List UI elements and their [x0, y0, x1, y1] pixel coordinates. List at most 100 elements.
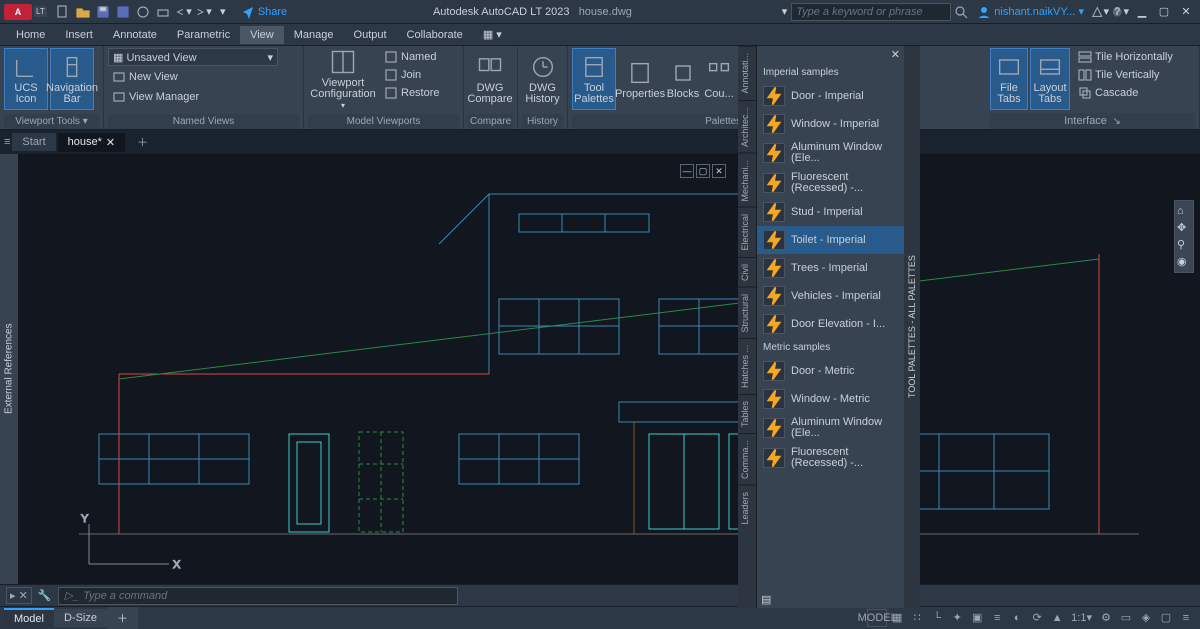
pal-tab-elec[interactable]: Electrical — [738, 207, 756, 257]
help-icon[interactable]: ?▾ — [1111, 3, 1129, 21]
menu-more[interactable]: ▦ ▾ — [473, 25, 512, 44]
new-view-button[interactable]: New View — [108, 68, 182, 86]
pal-tab-annot[interactable]: Annotati... — [738, 46, 756, 100]
pal-tab-struct[interactable]: Structural — [738, 287, 756, 339]
palette-item[interactable]: Window - Metric — [757, 385, 904, 413]
command-input[interactable]: ▷_Type a command — [58, 587, 458, 605]
ucs-icon-button[interactable]: UCS Icon — [4, 48, 48, 110]
palette-close-icon[interactable]: ✕ — [891, 48, 900, 61]
restore-viewports-button[interactable]: Restore — [380, 84, 444, 102]
menu-manage[interactable]: Manage — [284, 26, 344, 44]
osnap-icon[interactable]: ▣ — [967, 609, 987, 627]
annotation-icon[interactable]: ▲ — [1047, 609, 1067, 627]
isolate-icon[interactable]: ▭ — [1116, 609, 1136, 627]
undo-icon[interactable]: ▾ — [174, 3, 192, 21]
pal-tab-civil[interactable]: Civil — [738, 257, 756, 287]
pal-tab-mech[interactable]: Mechani... — [738, 153, 756, 208]
palette-props-icon[interactable]: ▤ — [761, 593, 771, 606]
search-input[interactable]: Type a keyword or phrase — [791, 3, 951, 21]
model-space-button[interactable]: MODEL — [867, 609, 887, 627]
view-close-icon[interactable]: ✕ — [712, 164, 726, 178]
lineweight-icon[interactable]: ≡ — [987, 609, 1007, 627]
view-combo[interactable]: ▦ Unsaved View▾ — [108, 48, 278, 66]
nav-orbit-icon[interactable]: ◉ — [1177, 255, 1191, 268]
pal-tab-leaders[interactable]: Leaders — [738, 485, 756, 531]
palette-item[interactable]: Aluminum Window (Ele... — [757, 138, 904, 168]
palette-item[interactable]: Vehicles - Imperial — [757, 282, 904, 310]
cmd-recent-icon[interactable]: ▸ ✕ — [6, 587, 32, 604]
model-tab[interactable]: Model — [4, 608, 54, 628]
close-icon[interactable]: ✕ — [1176, 4, 1196, 20]
blocks-button[interactable]: Blocks — [664, 48, 702, 110]
navigation-bar[interactable]: ⌂ ✥ ⚲ ◉ — [1174, 200, 1194, 273]
autodesk-icon[interactable]: ▾ — [1091, 3, 1109, 21]
saveas-icon[interactable] — [114, 3, 132, 21]
cmd-custom-icon[interactable]: 🔧 — [38, 589, 52, 602]
palette-item[interactable]: Door - Metric — [757, 357, 904, 385]
gear-icon[interactable]: ⚙ — [1096, 609, 1116, 627]
plot-icon[interactable] — [154, 3, 172, 21]
menu-insert[interactable]: Insert — [55, 26, 103, 44]
qat-dropdown[interactable]: ▾ — [214, 3, 232, 21]
layout-tabs-button[interactable]: Layout Tabs — [1030, 48, 1070, 110]
tile-v-button[interactable]: Tile Vertically — [1074, 66, 1177, 84]
file-tabs-button[interactable]: File Tabs — [990, 48, 1028, 110]
nav-home-icon[interactable]: ⌂ — [1177, 205, 1191, 217]
panel-palettes[interactable]: Palettes ▾ — [572, 114, 753, 129]
dwg-history-button[interactable]: DWG History — [522, 48, 563, 110]
palette-item[interactable]: Window - Imperial — [757, 110, 904, 138]
join-viewports-button[interactable]: Join — [380, 66, 444, 84]
customize-icon[interactable]: ≡ — [1176, 609, 1196, 627]
pal-tab-arch[interactable]: Architec... — [738, 100, 756, 153]
view-manager-button[interactable]: View Manager — [108, 88, 203, 106]
tab-add-button[interactable]: ＋ — [127, 131, 158, 153]
hardware-icon[interactable]: ◈ — [1136, 609, 1156, 627]
properties-button[interactable]: Properties — [618, 48, 662, 110]
pal-tab-tables[interactable]: Tables — [738, 394, 756, 433]
grid-icon[interactable]: ▦ — [887, 609, 907, 627]
polar-icon[interactable]: ✦ — [947, 609, 967, 627]
view-min-icon[interactable]: — — [680, 164, 694, 178]
menu-view[interactable]: View — [240, 26, 284, 44]
tab-start[interactable]: Start — [12, 133, 55, 151]
nav-bar-button[interactable]: Navigation Bar — [50, 48, 94, 110]
snap-icon[interactable]: ∷ — [907, 609, 927, 627]
panel-interface[interactable]: Interface ↘ — [990, 113, 1195, 129]
pal-tab-hatch[interactable]: Hatches ... — [738, 338, 756, 394]
cycling-icon[interactable]: ⟳ — [1027, 609, 1047, 627]
search-icon[interactable] — [952, 3, 970, 21]
nav-pan-icon[interactable]: ✥ — [1177, 221, 1191, 234]
redo-icon[interactable]: ▾ — [194, 3, 212, 21]
minimize-icon[interactable]: ▁ — [1132, 4, 1152, 20]
scale-button[interactable]: 1:1▾ — [1067, 609, 1096, 627]
count-button[interactable]: Cou... — [704, 48, 734, 110]
clean-screen-icon[interactable]: ▢ — [1156, 609, 1176, 627]
dwg-compare-button[interactable]: DWG Compare — [468, 48, 512, 110]
cascade-button[interactable]: Cascade — [1074, 84, 1177, 102]
menu-collaborate[interactable]: Collaborate — [397, 26, 473, 44]
pal-tab-cmd[interactable]: Comma... — [738, 433, 756, 485]
menu-home[interactable]: Home — [6, 26, 55, 44]
palette-item[interactable]: Fluorescent (Recessed) -... — [757, 168, 904, 198]
user-menu[interactable]: nishant.naikVY... ▾ — [977, 5, 1084, 19]
open-icon[interactable] — [74, 3, 92, 21]
menu-annotate[interactable]: Annotate — [103, 26, 167, 44]
palette-item[interactable]: Aluminum Window (Ele... — [757, 413, 904, 443]
named-viewports-button[interactable]: Named — [380, 48, 444, 66]
viewport-config-button[interactable]: Viewport Configuration▾ — [308, 48, 378, 110]
palette-item[interactable]: Stud - Imperial — [757, 198, 904, 226]
add-layout-button[interactable]: ＋ — [107, 607, 138, 629]
palette-item[interactable]: Trees - Imperial — [757, 254, 904, 282]
palette-title-bar[interactable]: TOOL PALETTES - ALL PALETTES — [904, 46, 920, 608]
ortho-icon[interactable]: └ — [927, 609, 947, 627]
external-references-tab[interactable]: External References — [0, 154, 18, 584]
drawing-canvas[interactable]: —▢✕ — [18, 154, 1200, 584]
nav-zoom-icon[interactable]: ⚲ — [1177, 238, 1191, 251]
tile-h-button[interactable]: Tile Horizontally — [1074, 48, 1177, 66]
panel-viewport-tools[interactable]: Viewport Tools ▾ — [4, 114, 99, 129]
new-icon[interactable] — [54, 3, 72, 21]
share-button[interactable]: Share — [241, 5, 287, 19]
menu-output[interactable]: Output — [344, 26, 397, 44]
save-icon[interactable] — [94, 3, 112, 21]
tab-house[interactable]: house*✕ — [58, 133, 125, 152]
